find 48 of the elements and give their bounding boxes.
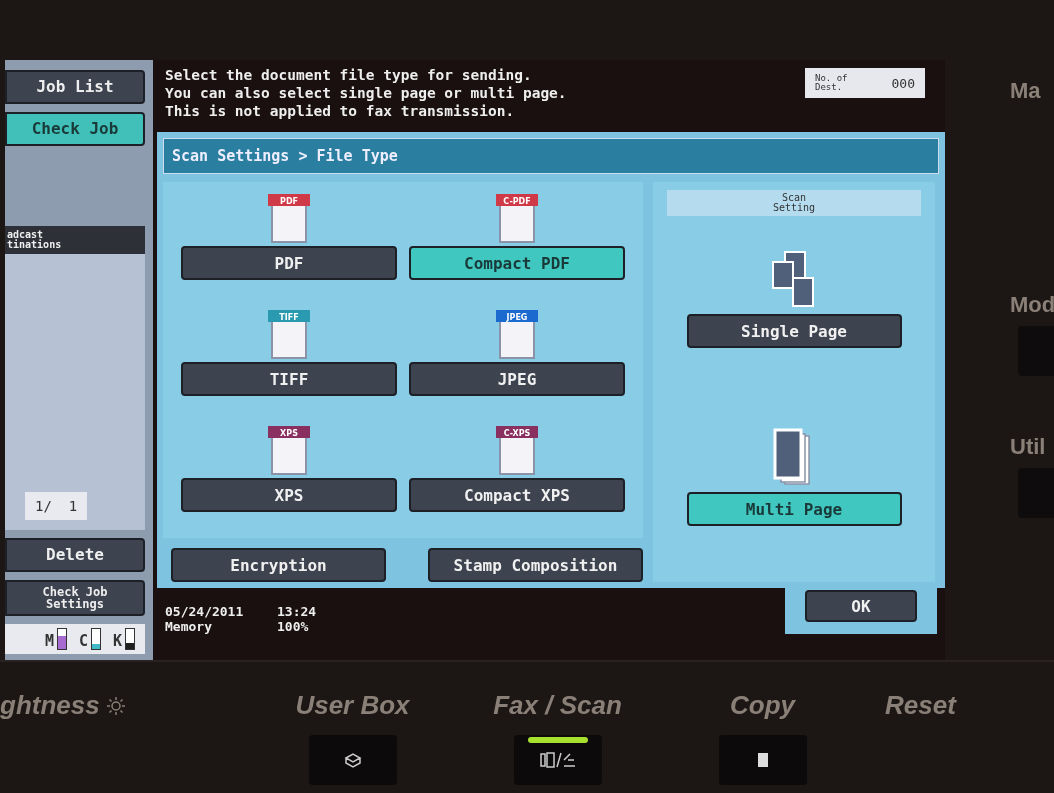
file-type-button[interactable]: XPS bbox=[181, 478, 397, 512]
panel-label: Copy bbox=[730, 690, 795, 721]
hardware-key[interactable] bbox=[718, 735, 807, 785]
toner-label: M bbox=[44, 632, 54, 650]
instruction-text: You can also select single page or multi page. bbox=[165, 84, 567, 102]
breadcrumb-bar: Scan Settings > File Type bbox=[163, 138, 939, 174]
file-type-button[interactable]: PDF bbox=[181, 246, 397, 280]
indicator-light bbox=[527, 737, 588, 743]
section-title: Scan Setting bbox=[667, 190, 921, 216]
file-type-button[interactable]: Compact XPS bbox=[409, 478, 625, 512]
panel-label: Ma bbox=[1010, 78, 1042, 104]
page-mode-button[interactable]: Multi Page bbox=[686, 492, 902, 526]
file-type-button[interactable]: Compact PDF bbox=[409, 246, 625, 280]
check-job-settings-button[interactable]: Check Job Settings bbox=[5, 580, 145, 616]
option-button[interactable]: Stamp Composition bbox=[428, 548, 643, 582]
destination-count: 000 bbox=[891, 75, 915, 91]
sidebar-button[interactable]: Job List bbox=[5, 70, 145, 104]
toner-gauge bbox=[90, 628, 101, 650]
page-mode-button[interactable]: Single Page bbox=[686, 314, 902, 348]
panel-label: Reset bbox=[885, 690, 956, 721]
panel-label: Fax / Scan bbox=[493, 690, 622, 721]
instruction-text: Select the document file type for sending. bbox=[165, 66, 533, 84]
toner-label: K bbox=[112, 632, 122, 650]
toner-gauge bbox=[125, 628, 135, 650]
toner-label: C bbox=[78, 632, 88, 650]
panel-label: Util bbox=[1010, 434, 1047, 460]
option-button[interactable]: Encryption bbox=[171, 548, 386, 582]
memory-value: 100% bbox=[277, 619, 310, 634]
destination-label: No. of Dest. bbox=[815, 74, 848, 92]
panel-label: ghtness bbox=[0, 690, 100, 721]
box-icon bbox=[342, 750, 363, 770]
memory-label: Memory bbox=[165, 619, 213, 634]
fax-scan-icon bbox=[537, 750, 578, 770]
time-text: 13:24 bbox=[277, 604, 317, 619]
ok-button[interactable]: OK bbox=[805, 590, 917, 622]
sun-icon bbox=[105, 695, 126, 716]
panel-label: User Box bbox=[295, 690, 410, 721]
date-text: 05/24/2011 bbox=[165, 604, 245, 619]
panel-label: Mod bbox=[1010, 292, 1054, 318]
delete-button[interactable]: Delete bbox=[5, 538, 145, 572]
page-counter: 1/ 1 bbox=[25, 492, 88, 520]
file-type-button[interactable]: JPEG bbox=[409, 362, 625, 396]
instruction-text: This is not applied to fax transmission. bbox=[165, 102, 516, 120]
toner-gauge bbox=[56, 628, 67, 650]
file-type-button[interactable]: TIFF bbox=[181, 362, 397, 396]
list-header: adcast tinations bbox=[5, 226, 145, 254]
sidebar-button[interactable]: Check Job bbox=[5, 112, 145, 146]
hardware-key[interactable] bbox=[513, 735, 602, 785]
